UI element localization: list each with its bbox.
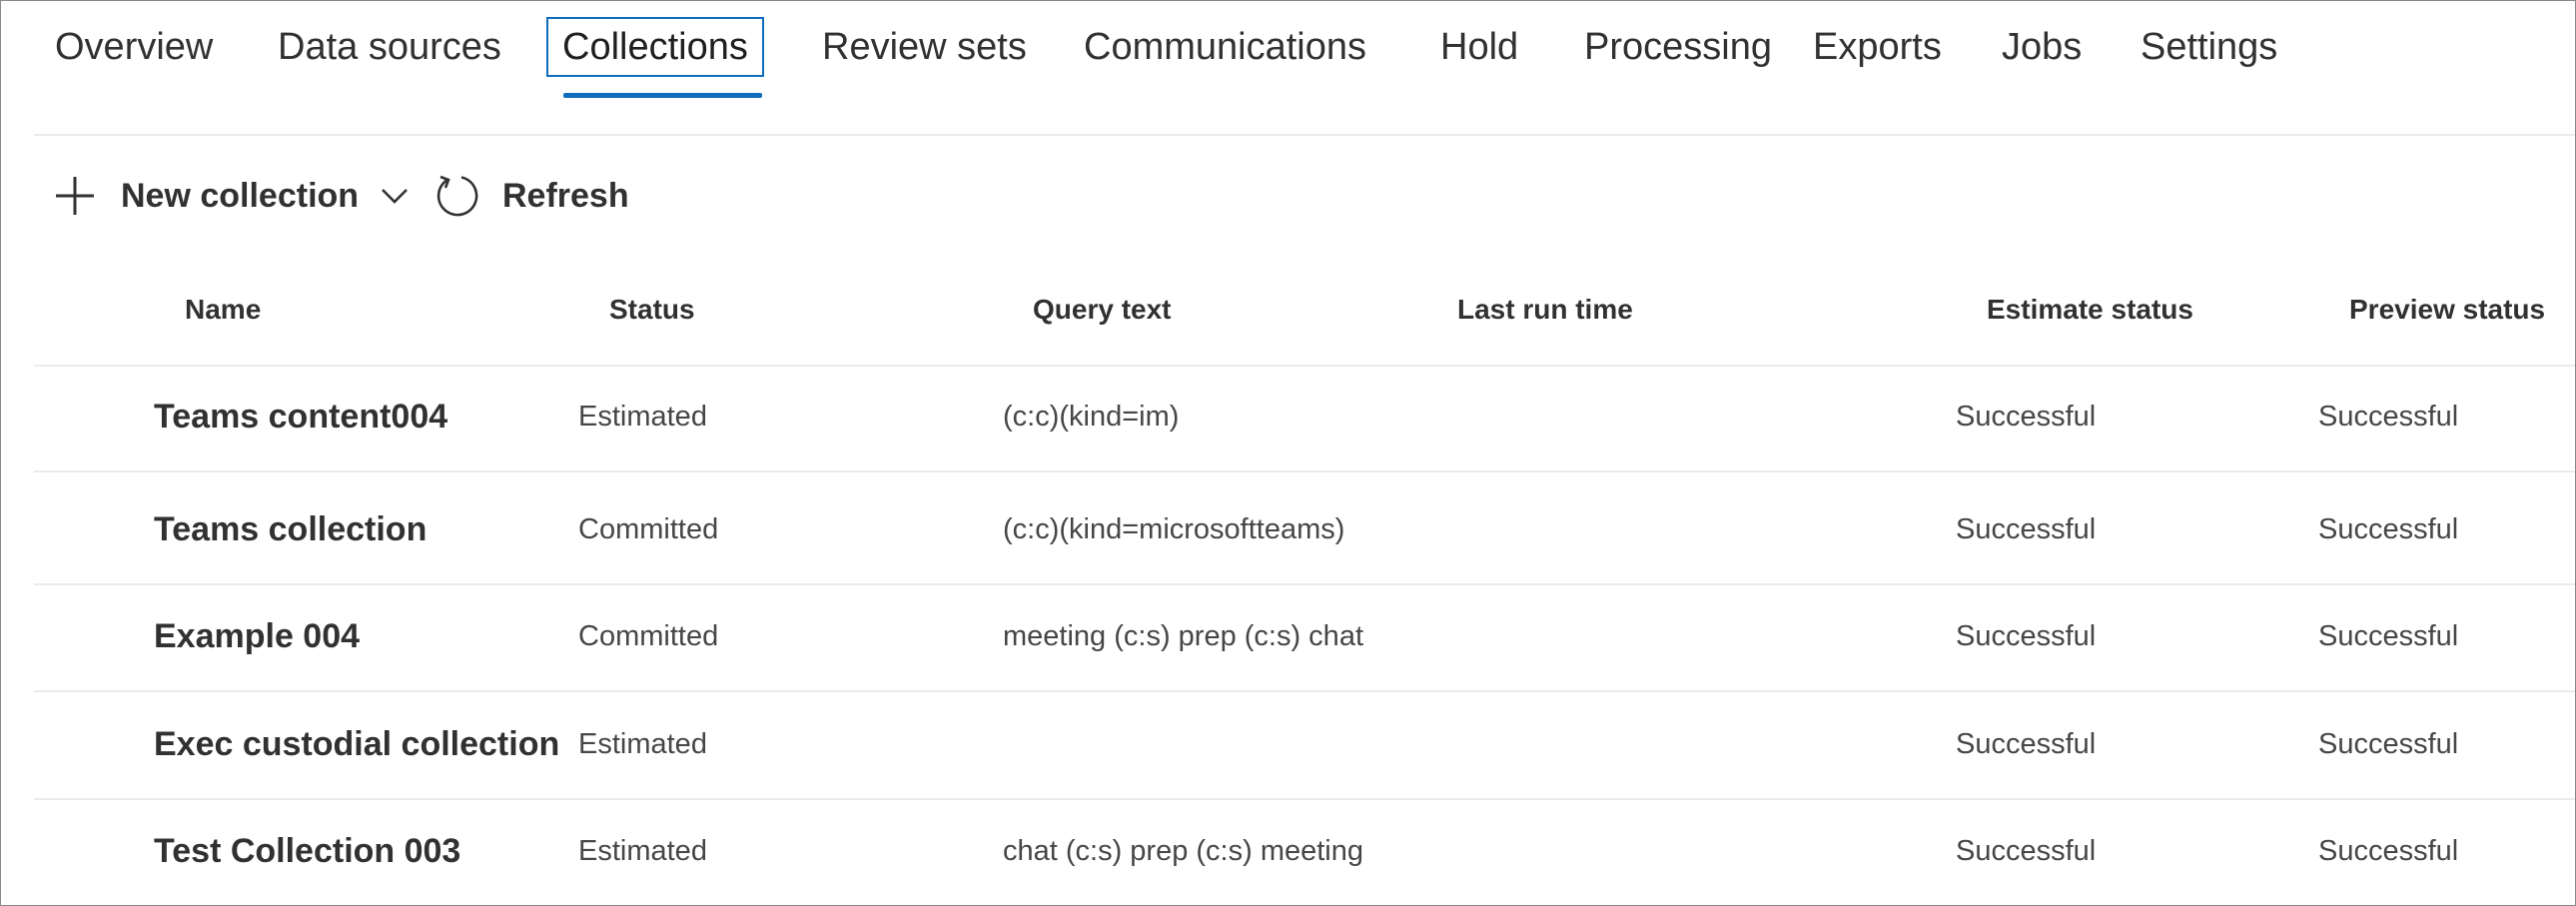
plus-icon [53,174,97,218]
table-row[interactable]: Test Collection 003 Estimated chat (c:s)… [34,799,2575,905]
table-row[interactable]: Example 004 Committed meeting (c:s) prep… [34,584,2575,692]
table-header: Name Status Query text Last run time Est… [34,275,2575,367]
new-collection-label: New collection [121,176,360,215]
active-tab-indicator [563,93,762,98]
row-name[interactable]: Example 004 [154,584,360,690]
row-name[interactable]: Test Collection 003 [154,799,460,905]
table-row[interactable]: Exec custodial collection Estimated Succ… [34,692,2575,800]
tab-data-sources[interactable]: Data sources [278,19,501,75]
row-estimate-status: Successful [1956,513,2097,545]
row-status: Estimated [578,728,707,760]
row-status: Estimated [578,401,707,433]
row-name[interactable]: Exec custodial collection [154,692,559,798]
tab-bar: Overview Data sources Collections Review… [1,1,2575,136]
row-query-text: (c:c)(kind=im) [1003,401,1180,433]
refresh-label: Refresh [502,176,629,215]
row-query-text: meeting (c:s) prep (c:s) chat [1003,620,1363,652]
tab-communications[interactable]: Communications [1084,19,1366,75]
row-preview-status: Successful [2318,620,2459,652]
tab-processing[interactable]: Processing [1584,19,1772,75]
column-header-query-text[interactable]: Query text [1033,275,1172,365]
row-status: Committed [578,620,719,652]
tab-review-sets[interactable]: Review sets [822,19,1027,75]
row-name[interactable]: Teams collection [154,477,427,583]
table-row[interactable]: Teams collection Committed (c:c)(kind=mi… [34,477,2575,585]
tab-settings[interactable]: Settings [2141,19,2277,75]
row-estimate-status: Successful [1956,835,2097,867]
chevron-down-icon[interactable] [379,180,411,212]
row-preview-status: Successful [2318,513,2459,545]
table-row[interactable]: Teams content004 Estimated (c:c)(kind=im… [34,365,2575,472]
row-status: Estimated [578,835,707,867]
tab-exports[interactable]: Exports [1813,19,1942,75]
row-query-text: (c:c)(kind=microsoftteams) [1003,513,1345,545]
row-estimate-status: Successful [1956,620,2097,652]
row-estimate-status: Successful [1956,401,2097,433]
refresh-icon [434,173,480,219]
row-preview-status: Successful [2318,728,2459,760]
refresh-button[interactable]: Refresh [434,161,629,231]
collections-page: Overview Data sources Collections Review… [0,0,2576,906]
column-header-last-run-time[interactable]: Last run time [1457,275,1633,365]
tabs-divider [34,134,2575,136]
command-bar: New collection Refresh [1,161,2575,231]
row-preview-status: Successful [2318,835,2459,867]
tab-jobs[interactable]: Jobs [2002,19,2082,75]
column-header-preview-status[interactable]: Preview status [2349,275,2545,365]
column-header-name[interactable]: Name [185,275,261,365]
new-collection-button[interactable]: New collection [53,161,411,231]
row-name[interactable]: Teams content004 [154,365,447,470]
row-estimate-status: Successful [1956,728,2097,760]
row-status: Committed [578,513,719,545]
row-query-text: chat (c:s) prep (c:s) meeting [1003,835,1363,867]
tab-hold[interactable]: Hold [1440,19,1518,75]
tab-overview[interactable]: Overview [55,19,213,75]
tab-collections[interactable]: Collections [546,17,764,77]
row-preview-status: Successful [2318,401,2459,433]
column-header-estimate-status[interactable]: Estimate status [1987,275,2193,365]
column-header-status[interactable]: Status [609,275,695,365]
